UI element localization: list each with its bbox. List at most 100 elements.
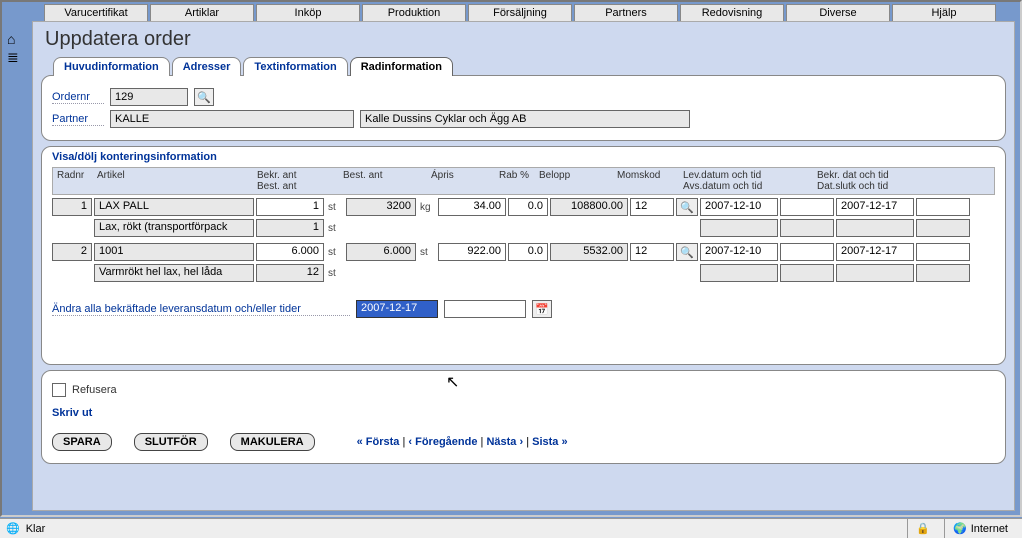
cell-bekr-unit: st [326,247,344,258]
search-icon: 🔍 [680,246,694,259]
toggle-kontering-link[interactable]: Visa/dölj konteringsinformation [52,151,995,163]
cell-rab[interactable]: 0.0 [508,198,548,216]
zone-text: Internet [971,523,1008,535]
refusera-checkbox[interactable] [52,383,66,397]
table-row: 1 LAX PALL 1 st 3200 kg 34.00 0.0 108800… [52,198,995,216]
cell-artikel[interactable]: 1001 [94,243,254,261]
cell-apris[interactable]: 922.00 [438,243,506,261]
search-icon: 🔍 [197,91,211,104]
cell-sub-unit: st [326,268,344,279]
cell-apris[interactable]: 34.00 [438,198,506,216]
subtabs: Huvudinformation Adresser Textinformatio… [53,57,1006,76]
cell-avs-date[interactable] [700,264,778,282]
cell-avs-time[interactable] [780,264,834,282]
search-icon: 🔍 [680,201,694,214]
spara-button[interactable]: SPARA [52,433,112,451]
cell-sub-bekr: 12 [256,264,324,282]
tab-adresser[interactable]: Adresser [172,57,242,76]
cell-radnr: 2 [52,243,92,261]
cell-bekr-ant[interactable]: 6.000 [256,243,324,261]
th-momskod: Momskod [613,168,679,194]
menu-icon[interactable]: ≣ [7,50,31,64]
globe-icon: 🌍 [953,522,967,535]
nav-varucertifikat[interactable]: Varucertifikat [44,4,148,21]
table-header: Radnr Artikel Bekr. ant Best. ant Best. … [52,167,995,195]
partner-code-field[interactable]: KALLE [110,110,354,128]
cell-slutk-date[interactable] [836,264,914,282]
cell-bekr-date[interactable]: 2007-12-17 [836,198,914,216]
calendar-icon: 📅 [535,303,549,316]
th-lev: Lev.datum och tid Avs.datum och tid [679,168,813,194]
cell-slutk-date[interactable] [836,219,914,237]
order-panel: Ordernr 129 🔍 Partner KALLE Kalle Dussin… [41,75,1006,141]
nav-artiklar[interactable]: Artiklar [150,4,254,21]
cell-best-ant: 3200 [346,198,416,216]
th-rab: Rab % [495,168,535,194]
cell-bekr-time[interactable] [916,243,970,261]
makulera-button[interactable]: MAKULERA [230,433,315,451]
th-bekr: Bekr. dat och tid Dat.slutk och tid [813,168,947,194]
nav-hjalp[interactable]: Hjälp [892,4,996,21]
refusera-label: Refusera [72,384,117,396]
calendar-button[interactable]: 📅 [532,300,552,318]
bulk-time-input[interactable] [444,300,526,318]
cell-lev-time[interactable] [780,243,834,261]
cell-sub-bekr: 1 [256,219,324,237]
th-radnr: Radnr [53,168,93,194]
tab-huvudinformation[interactable]: Huvudinformation [53,57,170,76]
pager-first[interactable]: « Första [357,436,400,448]
momskod-search-button[interactable]: 🔍 [676,198,698,216]
cell-artikel[interactable]: LAX PALL [94,198,254,216]
bottom-panel: Refusera Skriv ut SPARA SLUTFÖR MAKULERA… [41,370,1006,464]
th-best-ant: Best. ant [339,168,409,194]
cell-best-ant: 6.000 [346,243,416,261]
th-apris: Ápris [427,168,495,194]
nav-redovisning[interactable]: Redovisning [680,4,784,21]
cell-bekr-ant[interactable]: 1 [256,198,324,216]
table-subrow: Varmrökt hel lax, hel låda 12 st [52,264,995,282]
pager: « Första | ‹ Föregående | Nästa › | Sist… [357,436,568,448]
cell-slutk-time[interactable] [916,264,970,282]
table-row: 2 1001 6.000 st 6.000 st 922.00 0.0 5532… [52,243,995,261]
ordernr-search-button[interactable]: 🔍 [194,88,214,106]
cell-avs-time[interactable] [780,219,834,237]
nav-forsaljning[interactable]: Försäljning [468,4,572,21]
nav-inkop[interactable]: Inköp [256,4,360,21]
cell-bekr-unit: st [326,202,344,213]
lock-icon: 🔒 [916,522,930,535]
cell-lev-date[interactable]: 2007-12-10 [700,243,778,261]
cell-best-unit: kg [418,202,436,213]
lines-panel: Visa/dölj konteringsinformation Radnr Ar… [41,146,1006,365]
pager-prev[interactable]: ‹ Föregående [408,436,477,448]
tab-textinformation[interactable]: Textinformation [243,57,347,76]
side-icons: ⌂ ≣ [7,32,31,68]
cell-belopp: 108800.00 [550,198,628,216]
nav-diverse[interactable]: Diverse [786,4,890,21]
cell-slutk-time[interactable] [916,219,970,237]
ordernr-field[interactable]: 129 [110,88,188,106]
pager-next[interactable]: Nästa › [486,436,523,448]
cell-lev-time[interactable] [780,198,834,216]
cell-lev-date[interactable]: 2007-12-10 [700,198,778,216]
bulk-date-input[interactable]: 2007-12-17 [356,300,438,318]
momskod-search-button[interactable]: 🔍 [676,243,698,261]
ordernr-label: Ordernr [52,91,104,104]
cell-momskod[interactable]: 12 [630,198,674,216]
table-subrow: Lax, rökt (transportförpack 1 st [52,219,995,237]
cell-best-unit: st [418,247,436,258]
slutfor-button[interactable]: SLUTFÖR [134,433,208,451]
tab-radinformation[interactable]: Radinformation [350,57,453,76]
home-icon[interactable]: ⌂ [7,32,31,46]
cell-momskod[interactable]: 12 [630,243,674,261]
pager-last[interactable]: Sista » [532,436,567,448]
cell-bekr-time[interactable] [916,198,970,216]
nav-partners[interactable]: Partners [574,4,678,21]
nav-produktion[interactable]: Produktion [362,4,466,21]
cell-rab[interactable]: 0.0 [508,243,548,261]
status-bar: 🌐 Klar 🔒 🌍 Internet [0,518,1022,538]
skriv-ut-link[interactable]: Skriv ut [52,407,92,419]
cell-sub-artikel: Varmrökt hel lax, hel låda [94,264,254,282]
cell-avs-date[interactable] [700,219,778,237]
partner-label: Partner [52,113,104,126]
cell-bekr-date[interactable]: 2007-12-17 [836,243,914,261]
